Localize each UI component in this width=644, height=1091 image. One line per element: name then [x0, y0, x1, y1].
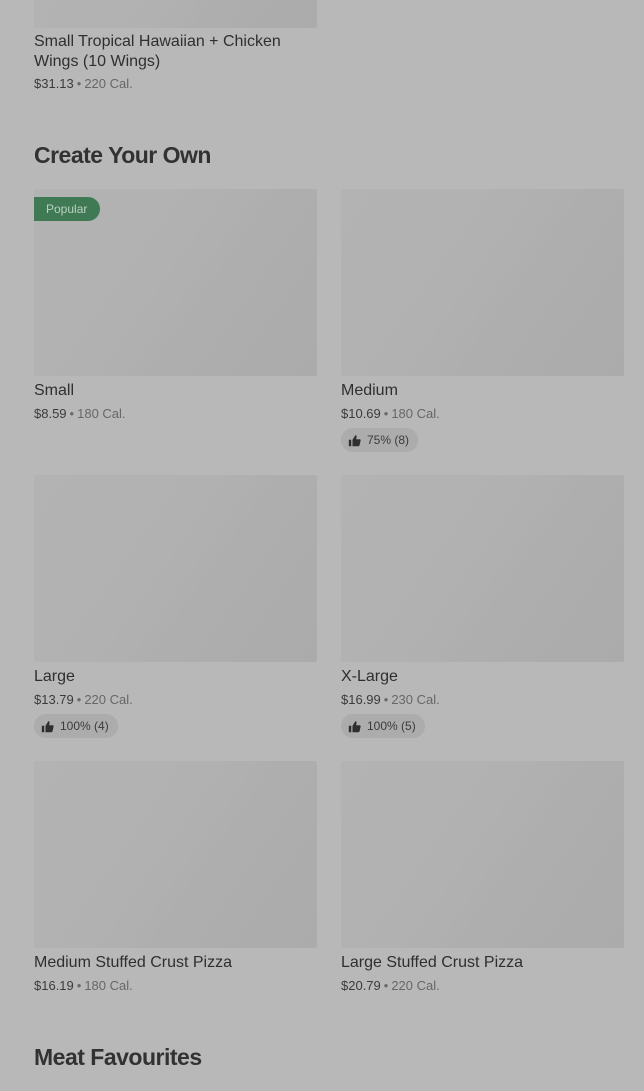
- item-meta: $13.79 • 220 Cal.: [34, 692, 317, 708]
- item-image: [341, 761, 624, 948]
- menu-item-card[interactable]: Small Tropical Hawaiian + Chicken Wings …: [34, 0, 317, 92]
- item-meta: $8.59 • 180 Cal.: [34, 406, 317, 422]
- section-title-create-your-own: Create Your Own: [34, 142, 211, 168]
- item-meta: $16.99 • 230 Cal.: [341, 692, 624, 708]
- meta-separator: •: [76, 978, 82, 993]
- item-price: $31.13: [34, 76, 74, 91]
- menu-item-card[interactable]: Medium $10.69 • 180 Cal. 75% (8): [341, 189, 624, 452]
- menu-item-card[interactable]: Large $13.79 • 220 Cal. 100% (4): [34, 475, 317, 738]
- item-price: $10.69: [341, 406, 381, 421]
- item-image: [341, 475, 624, 662]
- item-name: X-Large: [341, 668, 398, 685]
- meta-separator: •: [76, 76, 82, 91]
- item-meta: $20.79 • 220 Cal.: [341, 978, 624, 994]
- menu-scroll-view: Small Tropical Hawaiian + Chicken Wings …: [0, 0, 644, 1091]
- item-calories: 220 Cal.: [84, 692, 133, 707]
- menu-item-card[interactable]: Large Stuffed Crust Pizza $20.79 • 220 Cal…: [341, 761, 624, 994]
- item-price: $16.19: [34, 978, 74, 993]
- item-calories: 180 Cal.: [391, 406, 440, 421]
- item-image: [34, 761, 317, 948]
- rating-pill: 100% (5): [341, 714, 425, 738]
- item-image: Popular: [34, 189, 317, 376]
- item-name: Medium Stuffed Crust Pizza: [34, 954, 233, 971]
- rating-pill: 75% (8): [341, 428, 419, 452]
- thumbs-up-icon: [348, 720, 361, 732]
- item-name: Medium: [341, 382, 398, 399]
- meta-separator: •: [76, 692, 82, 707]
- meta-separator: •: [383, 692, 389, 707]
- meta-separator: •: [383, 978, 389, 993]
- menu-item-card[interactable]: X-Large $16.99 • 230 Cal. 100% (5): [341, 475, 624, 738]
- rating-value: 100% (4): [60, 719, 109, 733]
- meta-separator: •: [69, 406, 75, 421]
- rating-value: 75% (8): [367, 433, 410, 447]
- item-calories: 230 Cal.: [391, 692, 440, 707]
- item-price: $20.79: [341, 978, 381, 993]
- item-name: Small Tropical Hawaiian + Chicken Wings …: [34, 33, 281, 70]
- item-name: Large Stuffed Crust Pizza: [341, 954, 524, 971]
- item-name: Small: [34, 382, 75, 399]
- rating-pill: 100% (4): [34, 714, 118, 738]
- rating-value: 100% (5): [367, 719, 416, 733]
- section-title-meat-favourites: Meat Favourites: [34, 1044, 202, 1070]
- meta-separator: •: [383, 406, 389, 421]
- item-name: Large: [34, 668, 75, 685]
- item-price: $13.79: [34, 692, 74, 707]
- item-meta: $10.69 • 180 Cal.: [341, 406, 624, 422]
- thumbs-up-icon: [41, 720, 54, 732]
- item-price: $16.99: [341, 692, 381, 707]
- item-meta: $31.13 • 220 Cal.: [34, 76, 317, 92]
- item-image: [341, 189, 624, 376]
- item-calories: 180 Cal.: [84, 978, 133, 993]
- item-price: $8.59: [34, 406, 67, 421]
- menu-item-card[interactable]: Popular Small $8.59 • 180 Cal.: [34, 189, 317, 422]
- item-calories: 180 Cal.: [77, 406, 126, 421]
- menu-item-card[interactable]: Medium Stuffed Crust Pizza $16.19 • 180 Ca…: [34, 761, 317, 994]
- popular-badge: Popular: [34, 197, 101, 221]
- item-meta: $16.19 • 180 Cal.: [34, 978, 317, 994]
- item-calories: 220 Cal.: [84, 76, 133, 91]
- item-image: [34, 0, 317, 28]
- item-calories: 220 Cal.: [391, 978, 440, 993]
- thumbs-up-icon: [348, 434, 361, 446]
- item-image: [34, 475, 317, 662]
